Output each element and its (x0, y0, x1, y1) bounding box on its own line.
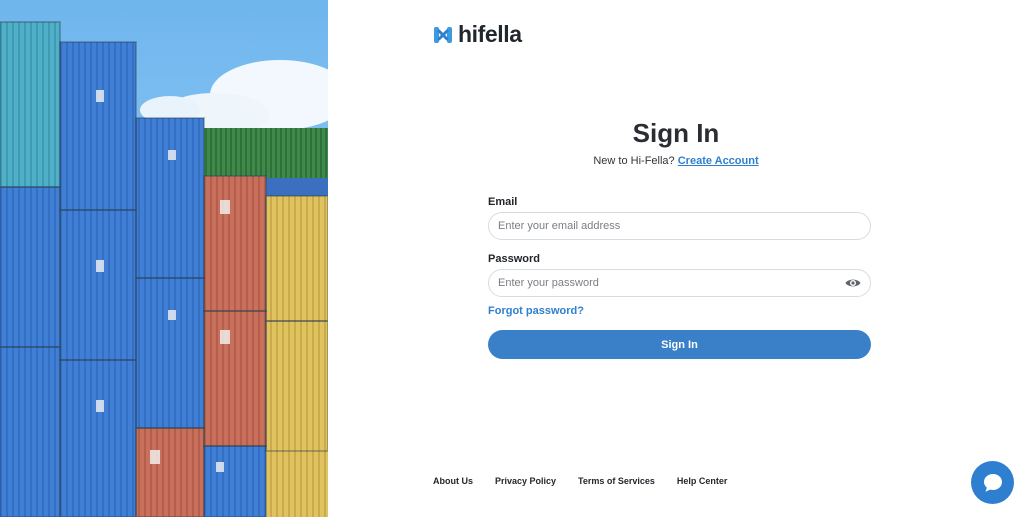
footer-link-terms-of-services[interactable]: Terms of Services (578, 476, 655, 486)
password-field[interactable] (489, 270, 818, 296)
footer-link-help-center[interactable]: Help Center (677, 476, 728, 486)
footer-link-privacy-policy[interactable]: Privacy Policy (495, 476, 556, 486)
signin-button[interactable]: Sign In (488, 330, 871, 359)
chat-bubble-icon (983, 473, 1002, 492)
email-field-wrapper (488, 212, 871, 240)
footer-link-about-us[interactable]: About Us (433, 476, 473, 486)
forgot-password-link[interactable]: Forgot password? (488, 305, 584, 317)
hero-image-shipping-containers (0, 0, 328, 517)
brand-logo[interactable]: hifella (433, 21, 522, 48)
email-label: Email (488, 196, 518, 208)
new-user-text: New to Hi-Fella? (593, 155, 675, 167)
signin-form: Email Password Forgot password? (488, 195, 871, 319)
chat-widget-button[interactable] (971, 461, 1014, 504)
signin-panel: hifella Sign In New to Hi-Fella? Create … (328, 0, 1024, 517)
create-account-link[interactable]: Create Account (678, 155, 759, 167)
page-title: Sign In (632, 118, 720, 148)
eye-icon[interactable] (845, 277, 861, 289)
password-label: Password (488, 253, 540, 265)
hifella-logo-icon (434, 26, 452, 43)
email-field[interactable] (489, 213, 818, 239)
brand-name: hifella (458, 21, 522, 47)
signup-prompt: New to Hi-Fella? Create Account (328, 155, 1024, 167)
password-field-wrapper (488, 269, 871, 297)
footer-links: About Us Privacy Policy Terms of Service… (433, 476, 749, 486)
